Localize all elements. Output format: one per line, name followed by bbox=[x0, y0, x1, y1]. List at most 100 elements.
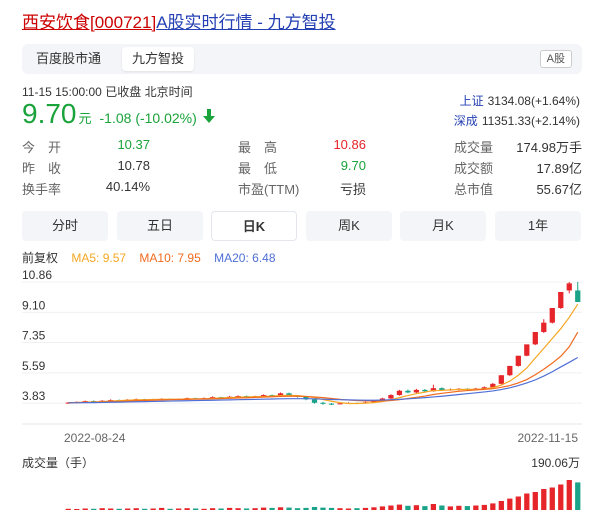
volume-bar bbox=[201, 508, 207, 510]
period-intraday-button[interactable]: 分时 bbox=[22, 211, 108, 241]
index-value: 11351.33(+2.14%) bbox=[481, 114, 580, 128]
stat-volume: 174.98万手 bbox=[516, 140, 582, 155]
y-tick-label: 10.86 bbox=[22, 268, 52, 282]
volume-bar bbox=[184, 508, 190, 510]
period-1year-button[interactable]: 1年 bbox=[495, 211, 581, 241]
y-tick-label: 5.59 bbox=[22, 359, 46, 373]
volume-bar bbox=[379, 506, 386, 510]
volume-bar bbox=[133, 508, 139, 510]
volume-bar bbox=[566, 480, 572, 510]
index-shanghai[interactable]: 上证 3134.08(+1.64%) bbox=[460, 92, 580, 109]
price-block: 9.70 元 -1.08 (-10.02%) bbox=[22, 98, 215, 130]
stat-label: 成交额 bbox=[454, 161, 494, 176]
adjust-mode[interactable]: 前复权 bbox=[22, 251, 58, 265]
volume-bar bbox=[328, 507, 335, 510]
candle-body bbox=[566, 283, 572, 291]
volume-bar bbox=[116, 508, 122, 510]
ma10-legend: MA10: 7.95 bbox=[139, 251, 201, 265]
stat-low: 9.70 bbox=[340, 158, 366, 173]
volume-bar bbox=[447, 506, 454, 510]
candle-body bbox=[515, 355, 521, 366]
index-name[interactable]: 深成 bbox=[454, 114, 478, 128]
candle-body bbox=[498, 375, 504, 384]
y-tick-label: 9.10 bbox=[22, 298, 46, 312]
volume-bar bbox=[108, 508, 114, 510]
volume-bar bbox=[532, 492, 538, 510]
volume-title: 成交量（手） bbox=[22, 455, 94, 470]
volume-bar bbox=[575, 482, 581, 510]
stat-label: 昨 收 bbox=[22, 161, 62, 176]
price-change: -1.08 (-10.02%) bbox=[99, 110, 197, 126]
candle-body bbox=[422, 389, 428, 392]
stat-label: 换手率 bbox=[22, 182, 62, 197]
volume-bar bbox=[125, 508, 131, 510]
volume-bar bbox=[422, 506, 428, 510]
volume-bar bbox=[294, 508, 301, 510]
stat-open: 10.37 bbox=[117, 137, 150, 152]
volume-bar bbox=[99, 508, 105, 510]
volume-bar bbox=[150, 508, 156, 510]
period-daily-k-button[interactable]: 日K bbox=[211, 211, 297, 241]
candle-body bbox=[337, 403, 343, 405]
y-tick-label: 3.83 bbox=[22, 389, 46, 403]
volume-bar bbox=[388, 505, 394, 510]
volume-bar bbox=[541, 489, 547, 510]
index-value: 3134.08(+1.64%) bbox=[487, 94, 580, 108]
market-state: 已收盘 bbox=[105, 85, 142, 99]
period-monthly-k-button[interactable]: 月K bbox=[400, 211, 486, 241]
title-suffix[interactable]: A股实时行情 - 九方智投 bbox=[156, 13, 335, 32]
volume-bar bbox=[252, 508, 258, 510]
ma5-legend: MA5: 9.57 bbox=[71, 251, 127, 265]
stat-prev-close: 10.78 bbox=[117, 158, 150, 173]
kline-chart[interactable]: 10.86 9.10 7.35 5.59 3.83 2022-08-24 2022-11-1… bbox=[0, 268, 596, 514]
volume-bar bbox=[430, 504, 437, 510]
candle-body bbox=[320, 402, 326, 404]
index-name[interactable]: 上证 bbox=[460, 94, 484, 108]
candle-body bbox=[388, 395, 394, 399]
volume-bar bbox=[549, 487, 555, 510]
volume-bar bbox=[235, 508, 241, 510]
x-tick-label: 2022-08-24 bbox=[64, 431, 126, 445]
period-selector: 分时 五日 日K 周K 月K 1年 bbox=[22, 211, 582, 241]
volume-bar bbox=[405, 505, 411, 510]
volume-bar bbox=[226, 507, 233, 510]
candle-body bbox=[524, 344, 530, 356]
period-5day-button[interactable]: 五日 bbox=[117, 211, 203, 241]
stat-pe: 亏损 bbox=[339, 182, 366, 197]
volume-bar bbox=[464, 506, 470, 510]
timezone-label: 北京时间 bbox=[144, 85, 193, 99]
volume-bar bbox=[311, 507, 318, 510]
ma20-legend: MA20: 6.48 bbox=[214, 251, 276, 265]
current-price: 9.70 bbox=[22, 98, 77, 129]
candle-body bbox=[532, 331, 538, 345]
volume-bar bbox=[176, 508, 182, 510]
period-weekly-k-button[interactable]: 周K bbox=[306, 211, 392, 241]
volume-bar bbox=[82, 508, 88, 510]
tab-jiufang[interactable]: 九方智投 bbox=[122, 47, 195, 71]
volume-bar bbox=[345, 508, 352, 510]
volume-bar bbox=[439, 505, 445, 510]
stat-label: 最 高 bbox=[238, 140, 278, 155]
volume-max-label: 190.06万 bbox=[531, 456, 580, 470]
stat-label: 最 低 bbox=[238, 161, 278, 176]
index-shenzhen[interactable]: 深成 11351.33(+2.14%) bbox=[454, 112, 580, 129]
volume-bar bbox=[303, 507, 309, 510]
volume-bar bbox=[558, 484, 564, 510]
stock-name-code[interactable]: 西安饮食[000721] bbox=[22, 13, 156, 32]
quote-datetime: 11-15 15:00:00 bbox=[22, 85, 102, 99]
volume-bar bbox=[192, 508, 199, 510]
volume-bar bbox=[490, 503, 496, 510]
volume-bar bbox=[167, 508, 173, 510]
volume-bar bbox=[507, 498, 513, 510]
candle-body bbox=[396, 390, 403, 396]
volume-bar bbox=[91, 508, 97, 510]
volume-bar bbox=[524, 493, 530, 510]
candle-body bbox=[541, 322, 547, 332]
market-badge: A股 bbox=[539, 50, 572, 68]
page-title[interactable]: 西安饮食[000721]A股实时行情 - 九方智投 bbox=[22, 8, 336, 33]
volume-bar bbox=[413, 505, 420, 510]
volume-bar bbox=[337, 508, 343, 510]
tab-baidu-stock[interactable]: 百度股市通 bbox=[26, 47, 111, 71]
stat-label: 市盈(TTM) bbox=[238, 182, 300, 197]
price-unit: 元 bbox=[78, 111, 92, 126]
